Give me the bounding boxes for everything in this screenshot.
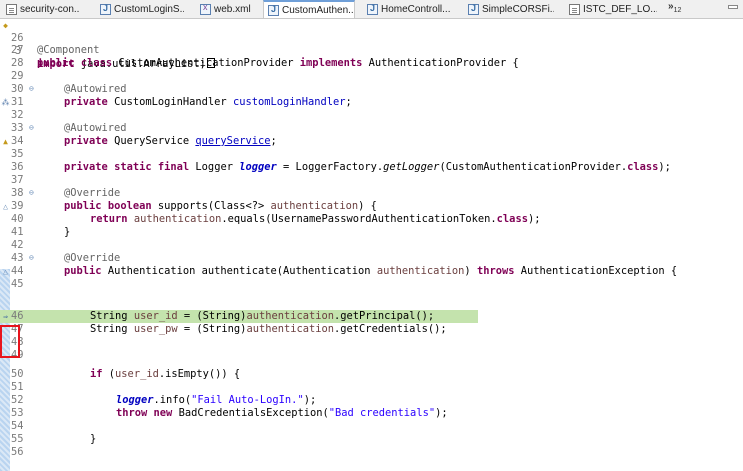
implements-marker-icon: △ [3,267,8,276]
code-line: 35 [11,148,24,160]
code-line: 49 [11,349,24,361]
code-line: 37 [11,174,24,186]
code-line: 33 ⊖ @Autowired [11,122,127,134]
code-line: △ 44 public Authentication authenticate(Au… [0,265,743,278]
folded-imports-icon: ◆ [3,21,8,30]
code-line: ◆ 3 import java.util.ArrayList; [0,19,743,70]
java-file-icon [268,4,279,16]
tab-label: HomeControll... [381,3,451,15]
tab-home-controller[interactable]: HomeControll... [363,0,453,18]
tab-custom-login-success[interactable]: CustomLoginS... [96,0,184,18]
overflow-count: 12 [673,7,682,14]
code-line: 27 @Component [11,44,100,56]
code-line: 48 [11,336,24,348]
java-file-icon [468,3,479,15]
code-line: 41} [11,226,71,238]
code-line: 55} [11,433,97,445]
code-line: 51 [11,381,24,393]
code-line: 42 [11,239,24,251]
code-line: 56 [11,446,24,458]
tab-istc-def-lo[interactable]: ISTC_DEF_LO... [565,0,657,18]
code-line: ⁂ 31 private CustomLoginHandler customLogi… [1,96,352,108]
code-line: 47 String user_pw = (String)authenticatio… [11,323,447,335]
code-line: 54 [11,420,24,432]
fold-collapse-icon[interactable]: ⊖ [29,124,36,132]
tab-label: SimpleCORSFi... [482,3,554,15]
breakpoint-marker-icon[interactable]: ⇒ [1,312,10,321]
code-line: 36 private static final Logger logger = L… [11,161,671,173]
implements-marker-icon: △ [3,202,8,211]
code-line: 28 public class CustomAuthenticationProvi… [11,57,519,69]
code-line: 50 if (user_id.isEmpty()) { [11,368,241,380]
warning-marker-icon: ▲ [3,137,8,146]
code-line: 30 ⊖ @Autowired [11,83,127,95]
tab-overflow-button[interactable]: »12 [668,1,681,14]
tab-label: web.xml [214,3,251,15]
fold-collapse-icon[interactable]: ⊖ [29,85,36,93]
code-line: △ 39 public boolean supports(Class<?> auth… [0,200,743,213]
tab-label: ISTC_DEF_LO... [583,3,657,15]
file-icon [6,3,17,15]
tab-label: CustomAuthen... [282,4,355,16]
xml-file-icon [200,2,211,15]
highlight-annotation-box [0,325,20,358]
tab-custom-authentication-provider[interactable]: CustomAuthen... ⊠ [263,0,355,18]
code-line: 38 ⊖ @Override [11,187,121,199]
code-line: 45 [11,278,24,290]
fold-collapse-icon[interactable]: ⊖ [29,189,36,197]
java-file-icon [367,3,378,15]
current-line-highlight: ⇒ 46 String user_id = (String)authenticati… [0,310,478,323]
code-line: 29 [11,70,24,82]
code-line: ▲ 34 private QueryService queryService; [0,135,743,148]
override-marker-icon: ⁂ [1,98,10,107]
code-line: 43 ⊖ @Override [11,252,121,264]
minimize-icon[interactable] [728,5,738,9]
fold-collapse-icon[interactable]: ⊖ [29,254,36,262]
tab-label: CustomLoginS... [114,3,184,15]
tab-web-xml[interactable]: web.xml [196,0,256,18]
code-line: 32 [11,109,24,121]
code-line: 53 throw new BadCredentialsException("Bad… [11,407,448,419]
tab-simple-cors-filter[interactable]: SimpleCORSFi... [464,0,554,18]
editor-tab-bar: security-con... CustomLoginS... web.xml … [0,0,743,19]
code-editor[interactable]: ◆ 3 import java.util.ArrayList; 26 27 @Co… [0,19,743,471]
tab-label: security-con... [20,3,80,15]
code-line: 40 return authentication.equals(UsernameP… [11,213,541,225]
java-file-icon [100,3,111,15]
tab-security-config[interactable]: security-con... [2,0,80,18]
file-icon [569,3,580,15]
code-line: 52 logger.info("Fail Auto-LogIn."); [11,394,317,406]
